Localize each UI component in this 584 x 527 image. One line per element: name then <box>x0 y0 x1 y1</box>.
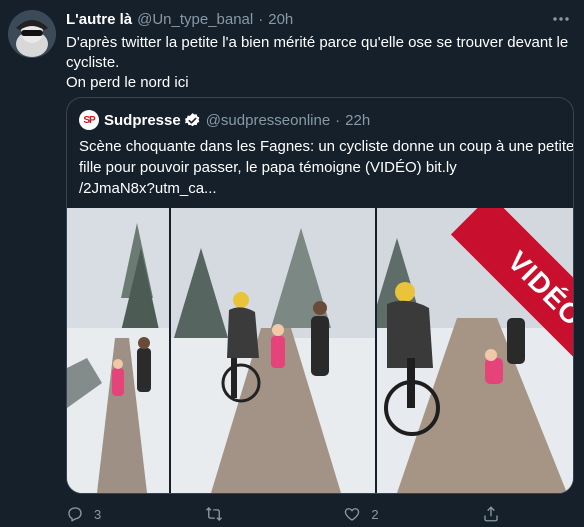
tweet-text-line: On perd le nord ici <box>66 74 189 91</box>
action-bar: 3 2 <box>66 503 506 525</box>
verified-badge-icon <box>184 112 200 126</box>
quoted-header: SP Sudpresse @sudpresseonline · 22h <box>79 110 370 130</box>
tweet-text-line: D'après twitter la petite l'a bien mérit… <box>66 34 569 51</box>
author-name[interactable]: L'autre là <box>66 11 132 28</box>
tweet-time[interactable]: 20h <box>268 11 293 28</box>
tweet-text: D'après twitter la petite l'a bien mérit… <box>66 33 574 93</box>
heart-icon <box>345 508 360 521</box>
separator-dot: · <box>258 10 264 28</box>
video-thumbnail[interactable] <box>67 208 573 493</box>
video-frame-3 <box>377 208 573 493</box>
quoted-text-line: /2JmaN8x?utm_ca... <box>79 180 217 197</box>
tweet-text-line: cycliste. <box>66 54 120 71</box>
author-handle[interactable]: @Un_type_banal <box>137 11 253 28</box>
retweet-icon <box>205 507 222 521</box>
reply-button[interactable]: 3 <box>66 505 146 523</box>
separator-dot: · <box>335 111 341 129</box>
video-frame-2 <box>171 208 375 493</box>
avatar-image <box>8 10 56 58</box>
avatar[interactable] <box>8 10 56 58</box>
quoted-handle[interactable]: @sudpresseonline <box>206 112 330 129</box>
more-dots-icon <box>553 17 569 21</box>
tweet-header: L'autre là @Un_type_banal · 20h <box>66 9 293 29</box>
retweet-button[interactable] <box>205 505 285 523</box>
quoted-avatar: SP <box>79 110 99 130</box>
quoted-text-line: Scène choquante dans les Fagnes: un cycl… <box>79 138 574 155</box>
quoted-author-name[interactable]: Sudpresse <box>104 112 181 129</box>
reply-count: 3 <box>94 506 102 522</box>
like-count: 2 <box>371 506 379 522</box>
share-icon <box>484 506 498 522</box>
more-button[interactable] <box>550 9 572 29</box>
quoted-text: Scène choquante dans les Fagnes: un cycl… <box>79 136 574 199</box>
quoted-tweet[interactable]: SP Sudpresse @sudpresseonline · 22h Scèn… <box>66 97 574 494</box>
quoted-text-line: fille pour pouvoir passer, le papa témoi… <box>79 159 457 176</box>
reply-icon <box>68 507 82 522</box>
video-frame-1 <box>67 208 169 493</box>
like-button[interactable]: 2 <box>343 505 423 523</box>
share-button[interactable] <box>482 505 506 523</box>
quoted-time[interactable]: 22h <box>345 112 370 129</box>
